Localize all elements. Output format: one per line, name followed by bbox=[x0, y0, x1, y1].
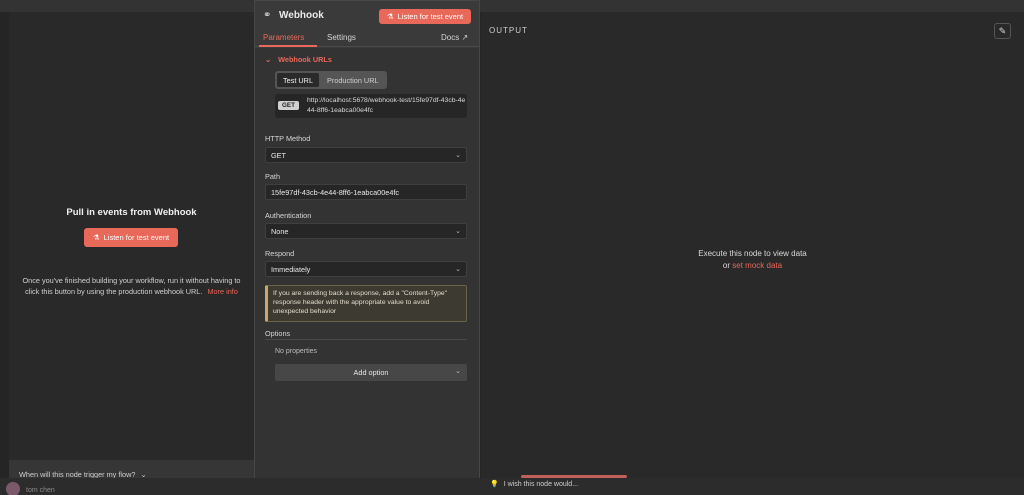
node-header: ⚭ Webhook ⚗ Listen for test event bbox=[255, 1, 479, 31]
options-label: Options bbox=[265, 329, 291, 338]
input-panel-help: Once you've finished building your workf… bbox=[15, 275, 248, 297]
options-divider bbox=[265, 339, 467, 340]
respond-value: Immediately bbox=[271, 264, 311, 274]
chevron-down-icon: ⌄ bbox=[455, 266, 461, 273]
parameters-body: ⌄ Webhook URLs Test URL Production URL G… bbox=[255, 48, 479, 491]
chevron-down-icon: ⌄ bbox=[455, 228, 461, 235]
output-panel: OUTPUT ✎ Execute this node to view data … bbox=[481, 12, 1024, 478]
tab-settings[interactable]: Settings bbox=[327, 33, 356, 42]
http-method-select[interactable]: GET ⌄ bbox=[265, 147, 467, 163]
respond-select[interactable]: Immediately ⌄ bbox=[265, 261, 467, 277]
path-value: 15fe97df-43cb-4e44-8ff6-1eabca00e4fc bbox=[271, 187, 400, 197]
top-bar bbox=[0, 0, 1024, 12]
add-option-button[interactable]: Add option ⌄ bbox=[275, 364, 467, 381]
execute-hint: Execute this node to view data bbox=[698, 249, 807, 258]
node-tabs: Parameters Settings Docs ↗ bbox=[255, 31, 479, 47]
mock-data-line: or set mock data bbox=[481, 260, 1024, 272]
feedback-label: I wish this node would... bbox=[503, 480, 579, 488]
feedback-link[interactable]: 💡 I wish this node would... bbox=[490, 480, 579, 489]
docs-label: Docs bbox=[441, 33, 460, 42]
webhook-url: http://localhost:5678/webhook-test/15fe9… bbox=[307, 97, 466, 114]
tab-parameters[interactable]: Parameters bbox=[263, 33, 304, 42]
production-url-tab[interactable]: Production URL bbox=[321, 73, 385, 87]
listen-for-test-event-button[interactable]: ⚗ Listen for test event bbox=[84, 228, 178, 247]
authentication-select[interactable]: None ⌄ bbox=[265, 223, 467, 239]
output-empty-state: Execute this node to view data or set mo… bbox=[481, 248, 1024, 272]
content-type-notice: If you are sending back a response, add … bbox=[265, 285, 467, 322]
add-option-label: Add option bbox=[353, 368, 389, 377]
test-url-tab[interactable]: Test URL bbox=[277, 73, 320, 87]
pencil-icon: ✎ bbox=[998, 25, 1007, 36]
external-link-icon: ↗ bbox=[461, 33, 469, 42]
method-badge: GET bbox=[278, 101, 299, 110]
listen-button-label: Listen for test event bbox=[103, 233, 170, 242]
authentication-value: None bbox=[271, 226, 289, 236]
url-type-toggle: Test URL Production URL bbox=[275, 71, 387, 89]
node-parameters-panel: ⚭ Webhook ⚗ Listen for test event Parame… bbox=[254, 0, 480, 491]
lightbulb-icon: 💡 bbox=[490, 481, 499, 488]
path-input[interactable]: 15fe97df-43cb-4e44-8ff6-1eabca00e4fc bbox=[265, 184, 467, 200]
active-tab-underline bbox=[259, 45, 317, 47]
path-label: Path bbox=[265, 172, 281, 181]
user-name: tom chen bbox=[26, 487, 55, 494]
edit-output-button[interactable]: ✎ bbox=[994, 23, 1011, 39]
avatar[interactable] bbox=[6, 482, 20, 495]
flask-icon: ⚗ bbox=[386, 12, 394, 21]
input-panel: Pull in events from Webhook ⚗ Listen for… bbox=[9, 12, 254, 488]
output-title: OUTPUT bbox=[489, 26, 528, 35]
chevron-down-icon: ⌄ bbox=[265, 55, 272, 64]
http-method-label: HTTP Method bbox=[265, 134, 311, 143]
node-listen-button[interactable]: ⚗ Listen for test event bbox=[379, 9, 471, 24]
set-mock-data-link[interactable]: set mock data bbox=[732, 261, 782, 270]
tab-docs[interactable]: Docs ↗ bbox=[441, 33, 468, 42]
node-listen-label: Listen for test event bbox=[397, 12, 464, 21]
node-title[interactable]: Webhook bbox=[279, 10, 324, 21]
no-properties-text: No properties bbox=[275, 348, 318, 355]
or-text: or bbox=[722, 261, 731, 270]
webhook-icon: ⚭ bbox=[263, 10, 272, 21]
webhook-url-box[interactable]: GET http://localhost:5678/webhook-test/1… bbox=[275, 94, 467, 118]
flask-icon: ⚗ bbox=[92, 233, 100, 242]
more-info-link[interactable]: More info bbox=[207, 287, 237, 296]
http-method-value: GET bbox=[271, 150, 286, 160]
authentication-label: Authentication bbox=[265, 211, 312, 220]
webhook-urls-label: Webhook URLs bbox=[278, 55, 332, 64]
webhook-urls-toggle[interactable]: ⌄ Webhook URLs bbox=[265, 55, 332, 64]
chevron-down-icon: ⌄ bbox=[455, 152, 461, 159]
respond-label: Respond bbox=[265, 249, 295, 258]
input-panel-title: Pull in events from Webhook bbox=[66, 207, 197, 218]
chevron-down-icon: ⌄ bbox=[455, 368, 461, 375]
